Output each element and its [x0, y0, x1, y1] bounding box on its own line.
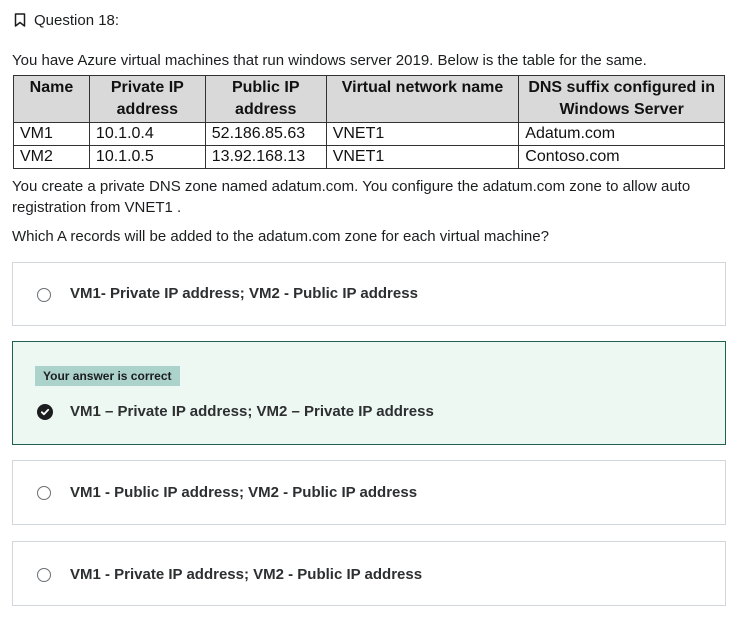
col-header-name: Name	[13, 75, 90, 123]
answer-option-4[interactable]: VM1 - Private IP address; VM2 - Public I…	[12, 541, 726, 606]
question-paragraph-1: You create a private DNS zone named adat…	[12, 178, 691, 216]
answer-option-3[interactable]: VM1 - Public IP address; VM2 - Public IP…	[12, 460, 726, 525]
question-header: Question 18:	[14, 10, 119, 30]
table-cell: VNET1	[325, 145, 520, 169]
col-header-vnet: Virtual network name	[325, 75, 520, 123]
table-cell: 52.186.85.63	[204, 122, 327, 146]
table-cell: 10.1.0.4	[88, 122, 206, 146]
answer-option-2[interactable]: Your answer is correct VM1 – Private IP …	[12, 341, 726, 445]
col-header-dns-suffix: DNS suffix configured in Windows Server	[518, 75, 725, 123]
correct-answer-badge: Your answer is correct	[35, 366, 180, 386]
answer-label: VM1 – Private IP address; VM2 – Private …	[70, 403, 434, 420]
vm-table: Name Private IP address Public IP addres…	[13, 75, 725, 169]
col-header-public-ip: Public IP address	[204, 75, 327, 123]
question-title: Question 18:	[34, 11, 120, 29]
table-cell: 10.1.0.5	[88, 145, 206, 169]
question-paragraph-2: Which A records will be added to the ada…	[12, 228, 549, 245]
check-circle-icon[interactable]	[37, 404, 53, 420]
question-intro: You have Azure virtual machines that run…	[12, 52, 647, 69]
radio-button[interactable]	[37, 486, 51, 500]
table-cell: VM2	[13, 145, 90, 169]
table-cell: Adatum.com	[518, 122, 725, 146]
table-cell: Contoso.com	[518, 145, 725, 169]
table-cell: 13.92.168.13	[204, 145, 327, 169]
table-row: VM2 10.1.0.5 13.92.168.13 VNET1 Contoso.…	[13, 145, 725, 169]
table-header-row: Name Private IP address Public IP addres…	[13, 75, 725, 123]
table-cell: VM1	[13, 122, 90, 146]
answer-option-1[interactable]: VM1- Private IP address; VM2 - Public IP…	[12, 262, 726, 326]
table-cell: VNET1	[325, 122, 520, 146]
answer-label: VM1 - Private IP address; VM2 - Public I…	[70, 566, 423, 583]
col-header-private-ip: Private IP address	[88, 75, 206, 123]
answer-label: VM1 - Public IP address; VM2 - Public IP…	[70, 484, 418, 501]
table-row: VM1 10.1.0.4 52.186.85.63 VNET1 Adatum.c…	[13, 122, 725, 146]
radio-button[interactable]	[37, 288, 51, 302]
radio-button[interactable]	[37, 568, 51, 582]
answer-label: VM1- Private IP address; VM2 - Public IP…	[70, 285, 418, 302]
bookmark-icon[interactable]	[14, 13, 26, 27]
